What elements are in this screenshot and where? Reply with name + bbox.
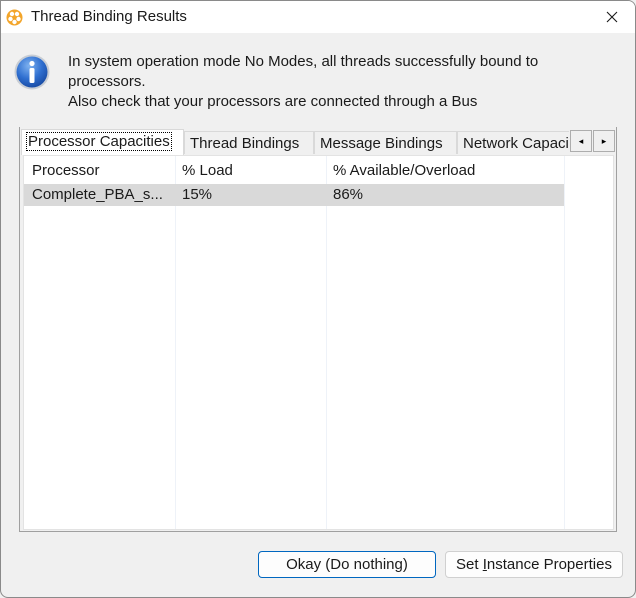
triangle-left-icon: ◂ [578, 135, 584, 146]
result-message: In system operation mode No Modes, all t… [68, 52, 608, 112]
column-header-available[interactable]: % Available/Overload [333, 160, 475, 182]
set-instance-properties-button[interactable]: Set Instance Properties [445, 551, 623, 578]
message-line-1: In system operation mode No Modes, all t… [68, 53, 539, 90]
column-header-load[interactable]: % Load [182, 160, 233, 182]
tab-message-bindings[interactable]: Message Bindings [314, 131, 457, 154]
tab-label: Processor Capacities [26, 132, 172, 151]
close-icon [606, 11, 618, 23]
column-divider [564, 156, 565, 529]
column-divider [175, 156, 176, 529]
cell-available: 86% [333, 186, 364, 203]
tab-strip: Processor Capacities Thread Bindings Mes… [21, 129, 569, 155]
triangle-right-icon: ▸ [601, 135, 607, 146]
column-header-processor[interactable]: Processor [32, 160, 100, 182]
table-row[interactable]: Complete_PBA_s... 15% 86% [24, 184, 564, 206]
processor-capacities-table: Processor % Load % Available/Overload Co… [23, 155, 614, 530]
message-line-2: Also check that your processors are conn… [68, 93, 478, 110]
column-divider [326, 156, 327, 529]
info-icon [14, 54, 50, 90]
button-label: Set [456, 556, 483, 573]
java-app-icon [6, 9, 23, 26]
dialog-window: Thread Binding Results In system operati… [0, 0, 636, 598]
button-label: nstance Properties [486, 556, 612, 573]
window-title: Thread Binding Results [31, 8, 187, 25]
cell-processor: Complete_PBA_s... [32, 186, 163, 203]
tab-processor-capacities[interactable]: Processor Capacities [21, 129, 184, 155]
close-button[interactable] [589, 1, 635, 33]
tab-scroll-right-button[interactable]: ▸ [593, 130, 615, 152]
okay-button[interactable]: Okay (Do nothing) [258, 551, 436, 578]
title-bar: Thread Binding Results [1, 1, 635, 33]
tab-network-capacities[interactable]: Network Capacities [457, 131, 569, 154]
cell-load: 15% [182, 186, 213, 203]
tab-thread-bindings[interactable]: Thread Bindings [184, 131, 314, 154]
tab-scroll-left-button[interactable]: ◂ [570, 130, 592, 152]
tab-scroll-buttons: ◂ ▸ [570, 130, 615, 152]
